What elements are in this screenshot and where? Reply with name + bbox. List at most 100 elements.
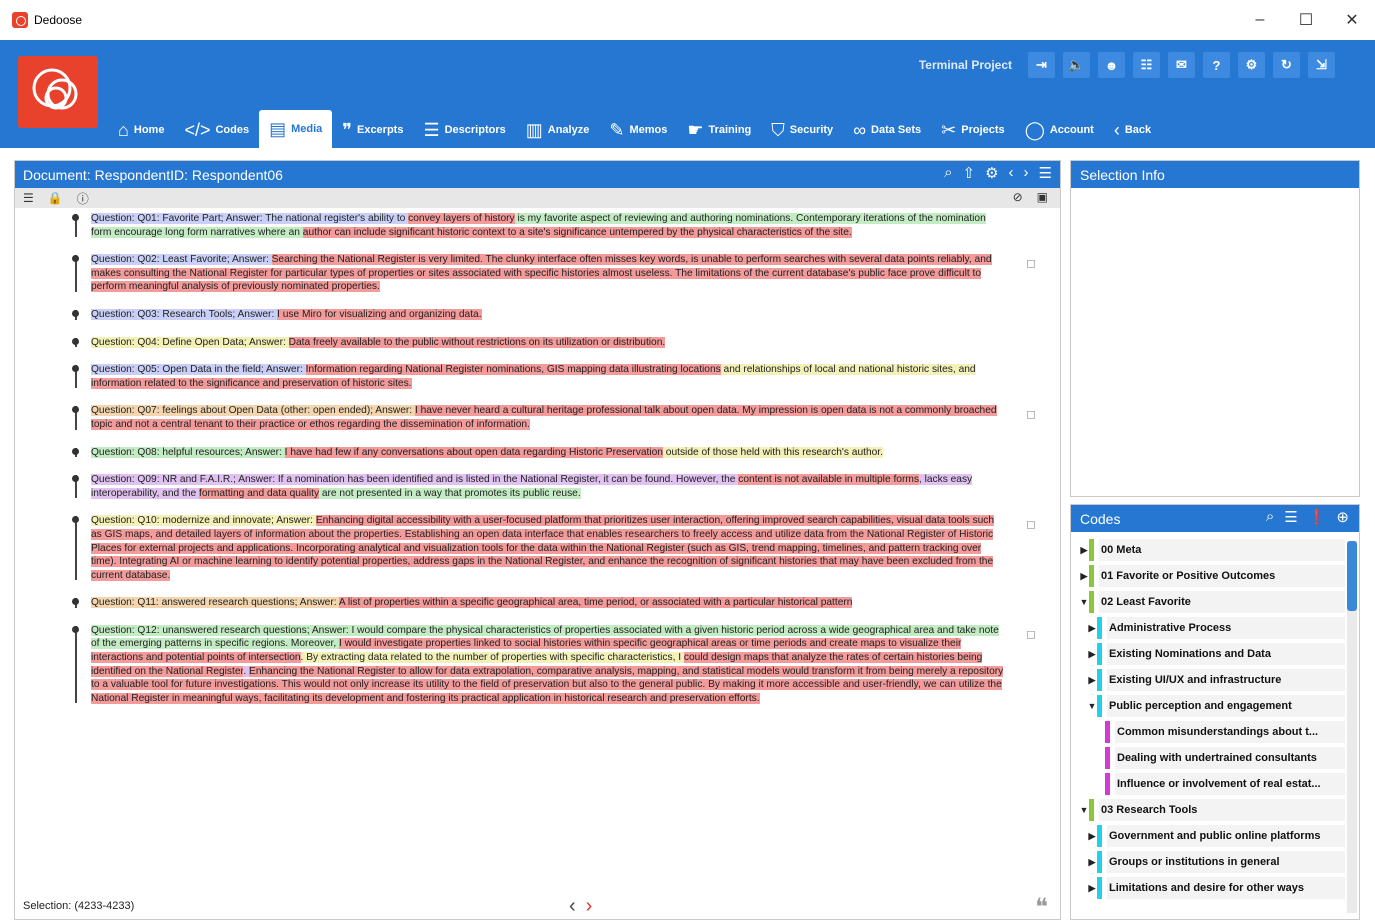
excerpt-text[interactable]: Question: Q02: Least Favorite; Answer: — [91, 254, 272, 266]
caret-right-icon[interactable]: ▶ — [1087, 623, 1097, 634]
code-item[interactable]: ▼ 03 Research Tools — [1071, 797, 1345, 823]
document-paragraph[interactable]: Question: Q09: NR and F.A.I.R.; Answer: … — [15, 473, 1060, 500]
excerpt-text[interactable]: formatting and data quality — [198, 487, 320, 499]
caret-down-icon[interactable]: ▼ — [1079, 805, 1089, 815]
scrollbar-thumb[interactable] — [1347, 541, 1357, 611]
excerpt-marker[interactable] — [72, 365, 79, 373]
logout-icon[interactable]: ⇲ — [1308, 52, 1335, 78]
document-paragraph[interactable]: Question: Q08: helpful resources; Answer… — [15, 446, 1060, 460]
upload-icon[interactable]: ⇧ — [963, 164, 976, 182]
excerpt-marker[interactable] — [72, 625, 79, 633]
quote-icon[interactable]: ❝ — [1035, 893, 1048, 921]
document-paragraph[interactable]: Question: Q05: Open Data in the field; A… — [15, 363, 1060, 390]
code-item[interactable]: ▶ Limitations and desire for other ways — [1071, 875, 1345, 901]
excerpt-text[interactable]: Information regarding National Register … — [305, 364, 547, 376]
excerpt-bracket[interactable] — [45, 624, 85, 706]
excerpt-text[interactable]: without restrictions on its utilization … — [441, 336, 666, 348]
excerpt-text[interactable]: Question: Q04: Define Open Data; Answer: — [91, 336, 289, 348]
add-icon[interactable]: ⊕ — [1336, 508, 1349, 526]
excerpt-bracket[interactable] — [45, 473, 85, 500]
excerpt-text[interactable]: Question: Q05: Open Data in the field; A… — [91, 364, 306, 376]
excerpt-bracket[interactable] — [45, 514, 85, 582]
memo-icon[interactable]: ◻ — [1026, 408, 1036, 422]
lock-icon[interactable]: 🔒 — [48, 191, 63, 205]
excerpt-text[interactable]: I use Miro for visualizing and organizin… — [277, 308, 482, 320]
nav-analyze[interactable]: ▥ Analyze — [516, 112, 600, 148]
nav-memos[interactable]: ✎ Memos — [599, 112, 677, 148]
excerpt-marker[interactable] — [72, 337, 79, 345]
excerpt-text[interactable]: Question: Q07: feelings about Open Data … — [91, 405, 415, 417]
document-paragraph[interactable]: Question: Q10: modernize and innovate; A… — [15, 514, 1060, 582]
excerpt-text[interactable]: convey layers of history — [408, 213, 515, 224]
code-item[interactable]: Influence or involvement of real estat..… — [1071, 771, 1345, 797]
document-paragraph[interactable]: Question: Q03: Research Tools; Answer: I… — [15, 308, 1060, 322]
document-paragraph[interactable]: Question: Q07: feelings about Open Data … — [15, 404, 1060, 431]
excerpt-bracket[interactable] — [45, 253, 85, 294]
caret-right-icon[interactable]: ▶ — [1087, 857, 1097, 868]
excerpt-text[interactable]: . By extracting data related to the numb… — [300, 652, 684, 664]
excerpt-marker[interactable] — [72, 406, 79, 414]
excerpt-marker[interactable] — [72, 516, 79, 524]
document-body[interactable]: Question: Q01: Favorite Part; Answer: Th… — [15, 208, 1060, 705]
code-item[interactable]: ▶ Existing UI/UX and infrastructure — [1071, 667, 1345, 693]
excerpt-text[interactable]: and relationships of local and national … — [720, 364, 976, 376]
code-item[interactable]: ▶ Government and public online platforms — [1071, 823, 1345, 849]
code-item[interactable]: ▶ 00 Meta — [1071, 537, 1345, 563]
maximize-button[interactable]: ☐ — [1283, 0, 1329, 40]
minimize-button[interactable]: – — [1237, 0, 1283, 40]
gear-icon[interactable]: ⚙ — [985, 164, 998, 182]
excerpt-text[interactable]: Question: Q10: modernize and innovate; A… — [91, 515, 316, 527]
excerpt-bracket[interactable] — [45, 404, 85, 431]
next-page-button[interactable]: › — [586, 895, 593, 917]
caret-right-icon[interactable]: ▶ — [1087, 675, 1097, 686]
nav-media[interactable]: ▤ Media — [259, 110, 333, 148]
caret-right-icon[interactable]: ▶ — [1079, 571, 1089, 582]
caret-down-icon[interactable]: ▼ — [1087, 701, 1097, 711]
nav-excerpts[interactable]: ❞ Excerpts — [332, 112, 413, 148]
caret-right-icon[interactable]: ▶ — [1079, 545, 1089, 556]
nav-security[interactable]: ⛉ Security — [761, 112, 843, 148]
filter-icon[interactable]: ☰ — [1284, 508, 1297, 526]
list-icon[interactable]: ☰ — [1039, 164, 1052, 182]
close-button[interactable]: ✕ — [1329, 0, 1375, 40]
excerpt-marker[interactable] — [72, 214, 79, 221]
next-icon[interactable]: › — [1024, 164, 1029, 182]
memo-icon[interactable]: ◻ — [1026, 627, 1036, 642]
pin-icon[interactable]: ⇥ — [1028, 52, 1055, 78]
excerpt-marker[interactable] — [72, 255, 79, 263]
excerpt-bracket[interactable] — [45, 212, 85, 239]
excerpt-text[interactable]: author can include significant historic … — [302, 226, 852, 238]
code-item[interactable]: Common misunderstandings about t... — [1071, 719, 1345, 745]
nav-account[interactable]: ◯ Account — [1015, 112, 1104, 148]
search-icon[interactable]: ⌕ — [1266, 508, 1274, 526]
excerpt-marker[interactable] — [72, 309, 79, 317]
excerpt-text[interactable]: content is not available in multiple for… — [738, 474, 919, 486]
excerpt-marker[interactable] — [72, 447, 79, 455]
search-icon[interactable]: ⌕ — [944, 164, 952, 182]
code-item[interactable]: ▼ 02 Least Favorite — [1071, 589, 1345, 615]
excerpt-text[interactable]: Question: Q03: Research Tools; Answer: — [91, 308, 278, 320]
user-check-icon[interactable]: ☻ — [1098, 52, 1125, 78]
columns-icon[interactable]: ▣ — [1037, 190, 1048, 204]
prev-icon[interactable]: ‹ — [1009, 164, 1014, 182]
excerpt-text[interactable]: A list of properties within a specific g… — [338, 597, 853, 609]
help-icon[interactable]: ? — [1203, 52, 1230, 78]
excerpt-text[interactable]: Question: Q11: answered research questio… — [91, 597, 339, 609]
document-paragraph[interactable]: Question: Q02: Least Favorite; Answer: S… — [15, 253, 1060, 294]
excerpt-text[interactable]: information related to the significance … — [91, 377, 412, 389]
no-sound-icon[interactable]: ⊘ — [1013, 190, 1023, 204]
excerpt-text[interactable]: Question: Q09: NR and F.A.I.R.; Answer: … — [91, 474, 739, 486]
chat-icon[interactable]: ✉ — [1168, 52, 1195, 78]
excerpt-text[interactable]: I have had few if any conversations abou… — [284, 446, 663, 458]
filter-icon[interactable]: ☰ — [23, 191, 34, 205]
nav-data-sets[interactable]: ∞ Data Sets — [843, 112, 931, 148]
document-paragraph[interactable]: Question: Q04: Define Open Data; Answer:… — [15, 336, 1060, 350]
alert-icon[interactable]: ❗ — [1308, 508, 1327, 526]
dedoose-logo[interactable] — [18, 56, 98, 128]
document-paragraph[interactable]: Question: Q01: Favorite Part; Answer: Th… — [15, 212, 1060, 239]
excerpt-text[interactable]: Question: Q01: Favorite Part; Answer: Th… — [91, 213, 409, 224]
nav-codes[interactable]: </> Codes — [174, 112, 259, 148]
code-item[interactable]: Dealing with undertrained consultants — [1071, 745, 1345, 771]
users-icon[interactable]: ☷ — [1133, 52, 1160, 78]
excerpt-text[interactable]: Data freely available to the public — [288, 336, 442, 348]
